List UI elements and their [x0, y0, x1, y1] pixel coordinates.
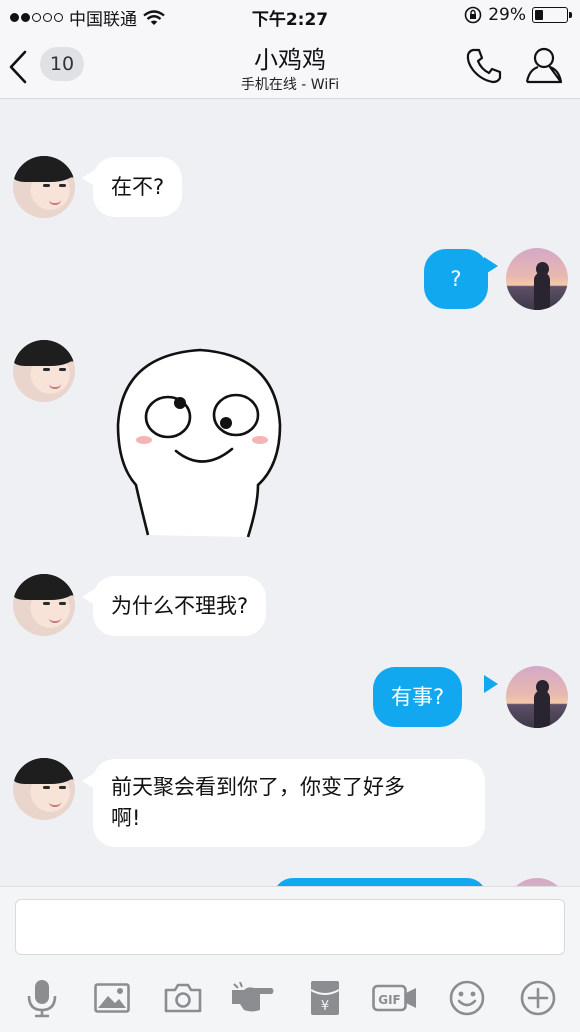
- status-bar: 中国联通 下午2:27 29%: [0, 0, 580, 32]
- battery-percent: 29%: [488, 5, 526, 25]
- contact-profile-button[interactable]: [524, 45, 564, 85]
- message-bubble-outgoing[interactable]: ?: [424, 249, 488, 309]
- image-icon: [94, 983, 130, 1013]
- chat-header: 10 小鸡鸡 手机在线 - WiFi: [0, 32, 580, 99]
- my-avatar[interactable]: [506, 248, 568, 310]
- message-text-line: 啊!: [111, 806, 141, 830]
- gif-icon: GIF: [372, 984, 416, 1012]
- message-bubble-outgoing[interactable]: 有事?: [373, 667, 463, 727]
- message-text-line: 前天聚会看到你了，你变了好多: [111, 775, 405, 799]
- message-bubble-incoming[interactable]: 前天聚会看到你了，你变了好多 啊!: [93, 759, 485, 847]
- message-text: 在不?: [111, 174, 165, 199]
- bubble-tail: [484, 675, 498, 693]
- gif-button[interactable]: GIF: [372, 975, 418, 1021]
- poke-icon: [232, 982, 274, 1012]
- poke-button[interactable]: [230, 975, 276, 1021]
- microphone-icon: [27, 980, 57, 1018]
- status-right: 29%: [464, 5, 572, 25]
- emoji-icon: [449, 980, 485, 1016]
- red-packet-icon: ¥: [310, 981, 340, 1015]
- emoji-button[interactable]: [444, 975, 490, 1021]
- my-avatar[interactable]: [506, 666, 568, 728]
- plus-icon: [520, 980, 556, 1016]
- sticker-face-icon: [116, 348, 282, 538]
- svg-text:¥: ¥: [321, 999, 329, 1014]
- contact-avatar[interactable]: [13, 574, 75, 636]
- contact-avatar[interactable]: [13, 156, 75, 218]
- voice-call-button[interactable]: [464, 46, 504, 86]
- message-text: 有事?: [391, 684, 445, 709]
- contact-avatar[interactable]: [13, 758, 75, 820]
- message-bubble-incoming[interactable]: 在不?: [93, 157, 183, 217]
- camera-button[interactable]: [160, 975, 206, 1021]
- rotation-lock-icon: [464, 6, 482, 24]
- phone-icon: [466, 48, 502, 84]
- sticker-message[interactable]: [108, 345, 294, 545]
- camera-icon: [164, 983, 202, 1013]
- svg-text:GIF: GIF: [378, 993, 401, 1007]
- message-text: 为什么不理我?: [111, 593, 249, 618]
- message-input[interactable]: [15, 899, 565, 955]
- more-button[interactable]: [515, 975, 561, 1021]
- message-text: ?: [450, 266, 462, 291]
- contact-avatar[interactable]: [13, 340, 75, 402]
- voice-input-button[interactable]: [19, 975, 65, 1021]
- battery-icon: [532, 7, 572, 23]
- message-bubble-incoming[interactable]: 为什么不理我?: [93, 576, 267, 636]
- profile-icon: [525, 47, 563, 84]
- photo-album-button[interactable]: [89, 975, 135, 1021]
- composer-area: ¥ GIF: [0, 886, 580, 1032]
- red-packet-button[interactable]: ¥: [302, 975, 348, 1021]
